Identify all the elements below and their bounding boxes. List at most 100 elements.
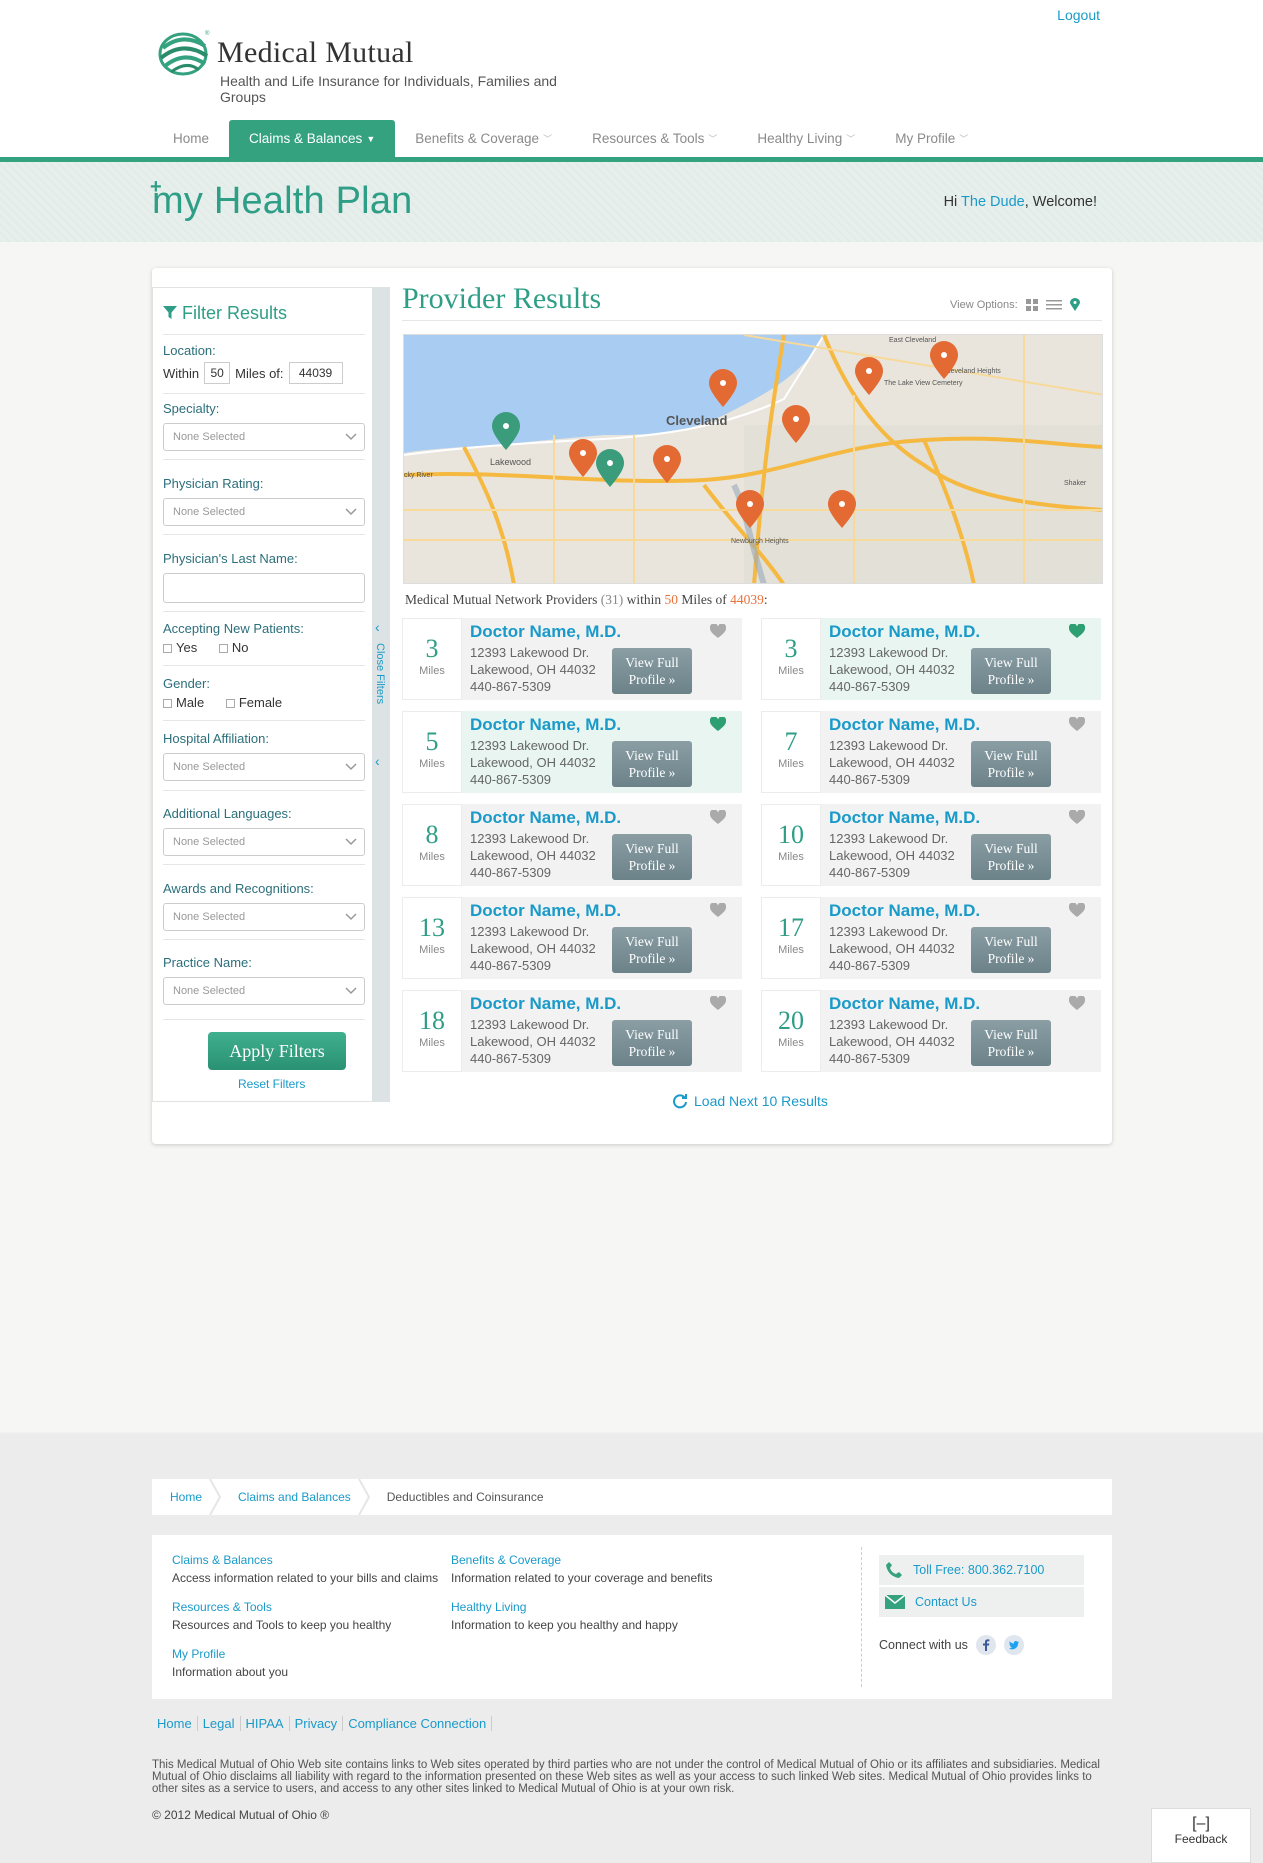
site-header: Logout ® Medical Mutual Health and Life … — [0, 0, 1263, 160]
grid-view-icon[interactable] — [1025, 298, 1038, 311]
footer-link-healthy[interactable]: Healthy Living — [451, 1598, 678, 1616]
footer-link-claims[interactable]: Claims & Balances — [172, 1551, 438, 1569]
view-profile-button[interactable]: View Full Profile » — [971, 741, 1051, 787]
view-profile-button[interactable]: View Full Profile » — [971, 834, 1051, 880]
zip-input[interactable]: 44039 — [288, 362, 343, 384]
heart-icon[interactable] — [1069, 624, 1085, 638]
footer-privacy-link[interactable]: Privacy — [290, 1716, 344, 1731]
load-next-button[interactable]: Load Next 10 Results — [672, 1093, 828, 1109]
close-filters-bar[interactable]: ‹ Close Filters ‹ — [372, 287, 390, 1102]
divider — [163, 864, 365, 865]
no-option[interactable]: No — [218, 640, 248, 655]
doctor-name-link[interactable]: Doctor Name, M.D. — [470, 715, 621, 735]
heart-icon[interactable] — [710, 717, 726, 731]
heart-icon[interactable] — [710, 624, 726, 638]
female-checkbox[interactable] — [225, 699, 235, 709]
breadcrumb-claims[interactable]: Claims and Balances — [238, 1490, 351, 1504]
map-graphic: Cleveland Lakewood East Cleveland Clevel… — [404, 335, 1102, 583]
breadcrumb-item[interactable]: Home — [152, 1479, 222, 1515]
nav-my-profile[interactable]: My Profile ﹀ — [875, 120, 988, 158]
no-checkbox[interactable] — [218, 644, 228, 654]
toll-free-label: Toll Free: 800.362.7100 — [913, 1563, 1045, 1577]
languages-label: Additional Languages: — [163, 806, 292, 821]
distance-box: 20 Miles — [761, 990, 821, 1072]
doctor-name-link[interactable]: Doctor Name, M.D. — [829, 622, 980, 642]
view-profile-button[interactable]: View Full Profile » — [612, 741, 692, 787]
footer-link-group: Healthy Living Information to keep you he… — [451, 1598, 678, 1634]
male-checkbox[interactable] — [163, 699, 172, 709]
yes-option[interactable]: Yes — [163, 640, 197, 655]
footer-legal-link[interactable]: Legal — [198, 1716, 241, 1731]
medical-mutual-logo[interactable]: ® Medical Mutual Health and Life Insuran… — [157, 28, 597, 105]
heart-icon[interactable] — [710, 810, 726, 824]
user-name-link[interactable]: The Dude — [961, 194, 1025, 210]
heart-icon[interactable] — [710, 996, 726, 1010]
doctor-name-link[interactable]: Doctor Name, M.D. — [829, 994, 980, 1014]
view-profile-button[interactable]: View Full Profile » — [971, 648, 1051, 694]
heart-icon[interactable] — [1069, 903, 1085, 917]
heart-icon[interactable] — [1069, 996, 1085, 1010]
view-profile-button[interactable]: View Full Profile » — [612, 834, 692, 880]
list-view-icon[interactable] — [1045, 299, 1062, 311]
logout-link[interactable]: Logout — [1057, 7, 1100, 23]
footer-compliance-link[interactable]: Compliance Connection — [343, 1716, 493, 1731]
toll-free-button[interactable]: Toll Free: 800.362.7100 — [879, 1555, 1084, 1585]
view-profile-button[interactable]: View Full Profile » — [612, 927, 692, 973]
breadcrumb-item[interactable]: Claims and Balances — [220, 1479, 370, 1515]
doctor-name-link[interactable]: Doctor Name, M.D. — [470, 994, 621, 1014]
languages-select[interactable]: None Selected — [163, 828, 365, 856]
contact-us-button[interactable]: Contact Us — [879, 1587, 1084, 1617]
specialty-select[interactable]: None Selected — [163, 423, 365, 451]
doctor-name-link[interactable]: Doctor Name, M.D. — [829, 808, 980, 828]
facebook-icon[interactable] — [975, 1635, 996, 1655]
phone-icon — [886, 1562, 902, 1578]
heart-icon[interactable] — [1069, 717, 1085, 731]
nav-home[interactable]: Home — [153, 120, 229, 158]
view-profile-button[interactable]: View Full Profile » — [971, 927, 1051, 973]
address-street: 12393 Lakewood Dr. — [470, 1017, 590, 1032]
feedback-button[interactable]: [–] Feedback — [1151, 1808, 1251, 1863]
funnel-icon — [163, 306, 177, 319]
chevron-left-icon: ‹ — [375, 753, 380, 769]
doctor-name-link[interactable]: Doctor Name, M.D. — [470, 901, 621, 921]
view-profile-button[interactable]: View Full Profile » — [612, 648, 692, 694]
footer-link-resources[interactable]: Resources & Tools — [172, 1598, 391, 1616]
nav-claims-balances[interactable]: Claims & Balances ▼ — [229, 120, 396, 158]
divider — [163, 665, 365, 666]
footer-hipaa-link[interactable]: HIPAA — [241, 1716, 290, 1731]
heart-icon[interactable] — [1069, 810, 1085, 824]
reset-filters-link[interactable]: Reset Filters — [238, 1077, 305, 1091]
doctor-name-link[interactable]: Doctor Name, M.D. — [829, 715, 980, 735]
practice-select[interactable]: None Selected — [163, 977, 365, 1005]
footer-link-benefits[interactable]: Benefits & Coverage — [451, 1551, 713, 1569]
nav-healthy-living[interactable]: Healthy Living ﹀ — [737, 120, 875, 158]
apply-filters-button[interactable]: Apply Filters — [208, 1032, 346, 1070]
footer-home-link[interactable]: Home — [152, 1716, 198, 1731]
yes-checkbox[interactable] — [163, 644, 172, 654]
awards-select[interactable]: None Selected — [163, 903, 365, 931]
heart-icon[interactable] — [710, 903, 726, 917]
doctor-address: 12393 Lakewood Dr. Lakewood, OH 44032 440-… — [829, 830, 955, 881]
map-view-icon[interactable] — [1069, 298, 1080, 311]
breadcrumb-home[interactable]: Home — [170, 1490, 202, 1504]
lastname-input[interactable] — [163, 573, 365, 603]
plus-icon: + — [150, 176, 162, 198]
female-option[interactable]: Female — [225, 695, 282, 710]
rating-select[interactable]: None Selected — [163, 498, 365, 526]
doctor-name-link[interactable]: Doctor Name, M.D. — [470, 808, 621, 828]
distance-unit: Miles — [419, 851, 445, 863]
chevron-down-icon — [345, 987, 357, 995]
nav-benefits-coverage[interactable]: Benefits & Coverage ﹀ — [395, 120, 572, 158]
chevron-down-icon: ﹀ — [959, 134, 969, 144]
hospital-select[interactable]: None Selected — [163, 753, 365, 781]
footer-link-profile[interactable]: My Profile — [172, 1645, 288, 1663]
provider-map[interactable]: Cleveland Lakewood East Cleveland Clevel… — [403, 334, 1103, 584]
within-miles-input[interactable]: 50 — [204, 362, 231, 384]
doctor-name-link[interactable]: Doctor Name, M.D. — [829, 901, 980, 921]
male-option[interactable]: Male — [163, 695, 204, 710]
twitter-icon[interactable] — [1003, 1635, 1024, 1655]
doctor-name-link[interactable]: Doctor Name, M.D. — [470, 622, 621, 642]
nav-resources-tools[interactable]: Resources & Tools ﹀ — [572, 120, 737, 158]
view-profile-button[interactable]: View Full Profile » — [612, 1020, 692, 1066]
view-profile-button[interactable]: View Full Profile » — [971, 1020, 1051, 1066]
